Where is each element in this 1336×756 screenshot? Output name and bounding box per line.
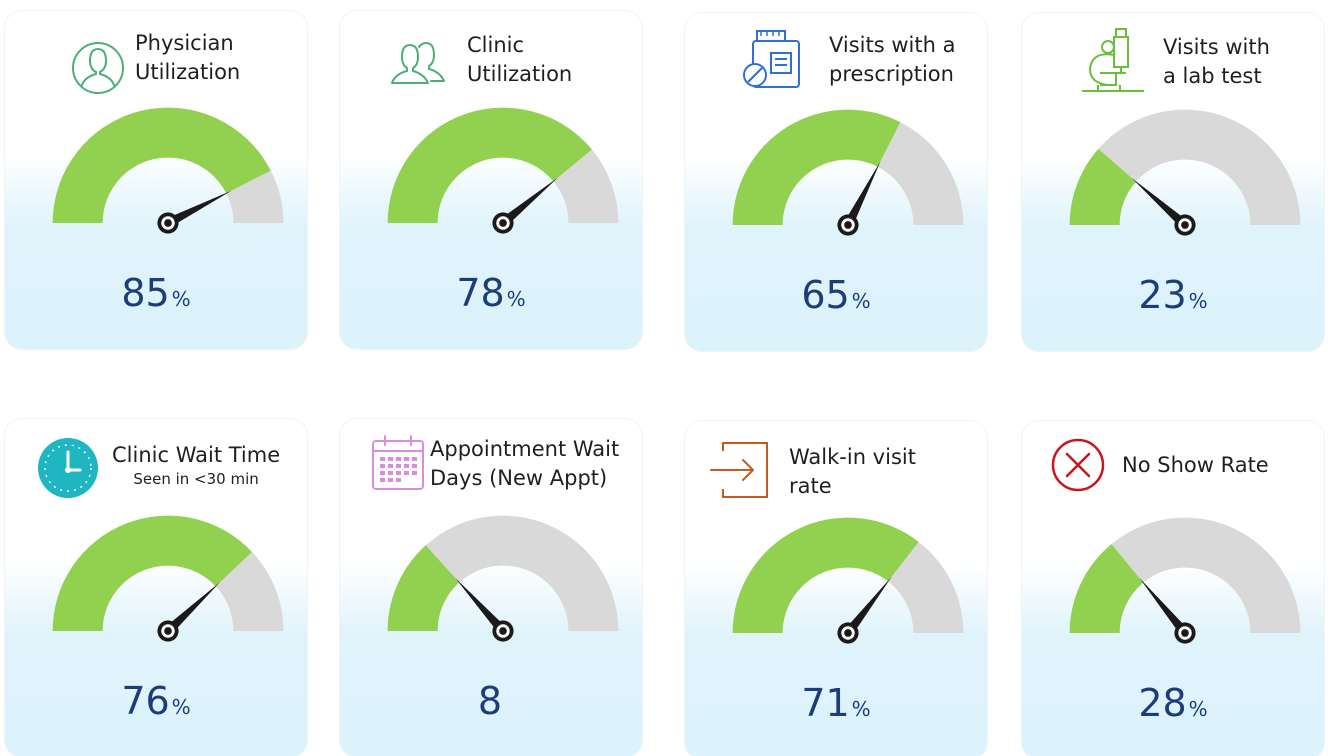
kpi-title-line: rate (789, 474, 832, 498)
kpi-value: 65% (685, 275, 987, 321)
kpi-card-appointment-wait-days: Appointment Wait Days (New Appt) 8 (339, 418, 643, 756)
gauge (1069, 517, 1301, 644)
gauge (387, 107, 619, 234)
kpi-value-number: 28 (1138, 681, 1187, 725)
gauge (732, 517, 964, 644)
kpi-value-number: 23 (1138, 273, 1187, 317)
kpi-value-unit: % (851, 697, 871, 721)
gauge-hub-center (1181, 629, 1189, 637)
kpi-title-line: Appointment Wait (430, 437, 620, 461)
kpi-title-line: Utilization (467, 62, 573, 86)
kpi-value-unit: % (506, 287, 526, 311)
kpi-card-visits-lab-test: Visits with a lab test 23% (1021, 12, 1325, 352)
kpi-card-clinic-utilization: Clinic Utilization 78% (339, 10, 643, 350)
kpi-value-number: 8 (477, 679, 503, 723)
kpi-value-unit: % (171, 695, 191, 719)
kpi-title-line: Physician (135, 31, 234, 55)
kpi-dashboard: Physician Utilization 85% Clinic Utiliza… (0, 0, 1336, 756)
kpi-title-line: Days (New Appt) (430, 466, 608, 490)
gauge-hub-center (499, 219, 507, 227)
kpi-subtitle: Seen in <30 min (133, 470, 259, 488)
gauge-hub-center (1181, 221, 1189, 229)
kpi-value-number: 78 (456, 271, 505, 315)
calendar-icon (372, 435, 424, 490)
kpi-title: Visits with a prescription (829, 31, 955, 89)
kpi-title-line: Clinic (467, 33, 525, 57)
kpi-value-number: 76 (121, 679, 170, 723)
kpi-value-unit: % (851, 289, 871, 313)
gauge-hub-center (164, 627, 172, 635)
kpi-title: Appointment Wait Days (New Appt) (430, 435, 619, 493)
prescription-icon (743, 30, 800, 88)
kpi-value-number: 85 (121, 271, 170, 315)
group-icon (391, 42, 445, 84)
kpi-value: 76% (5, 681, 307, 727)
kpi-title-line: Utilization (135, 60, 241, 84)
kpi-value-number: 71 (801, 681, 850, 725)
kpi-value: 85% (5, 273, 307, 319)
kpi-title: Physician Utilization (135, 29, 240, 87)
kpi-title-line: prescription (829, 62, 954, 86)
gauge-hub-center (499, 627, 507, 635)
kpi-title: Walk-in visit rate (789, 443, 916, 501)
kpi-value: 71% (685, 683, 987, 729)
gauge-remaining-arc (425, 515, 619, 631)
gauge-hub-center (164, 219, 172, 227)
kpi-value-unit: % (1188, 697, 1208, 721)
clock-icon (38, 438, 98, 498)
gauge-hub-center (844, 221, 852, 229)
kpi-value-unit: % (171, 287, 191, 311)
gauge (732, 109, 964, 236)
person-icon (72, 42, 124, 94)
walk-in-icon (710, 442, 768, 498)
kpi-value: 28% (1022, 683, 1324, 729)
kpi-card-visits-prescription: Visits with a prescription 65% (684, 12, 988, 352)
kpi-value-unit: % (1188, 289, 1208, 313)
microscope-icon (1082, 28, 1144, 92)
kpi-title-line: Visits with a (829, 33, 956, 57)
kpi-title-line: Walk-in visit (789, 445, 916, 469)
kpi-title: Clinic Wait Time Seen in <30 min (112, 441, 280, 488)
kpi-card-physician-utilization: Physician Utilization 85% (4, 10, 308, 350)
gauge-filled-arc (387, 107, 592, 223)
gauge-filled-arc (732, 109, 901, 225)
gauge-filled-arc (732, 517, 919, 633)
gauge (52, 515, 284, 642)
no-show-icon (1051, 438, 1105, 492)
kpi-card-no-show-rate: No Show Rate 28% (1021, 420, 1325, 756)
kpi-value: 78% (340, 273, 642, 319)
kpi-title-line: a lab test (1163, 64, 1262, 88)
kpi-title: No Show Rate (1122, 451, 1269, 480)
gauge-remaining-arc (1111, 517, 1301, 633)
kpi-title-line: Visits with (1163, 35, 1270, 59)
kpi-value: 23% (1022, 275, 1324, 321)
kpi-title-line: No Show Rate (1122, 453, 1269, 477)
gauge (1069, 109, 1301, 236)
kpi-value: 8 (340, 681, 642, 727)
gauge (52, 107, 284, 234)
kpi-card-clinic-wait-time: Clinic Wait Time Seen in <30 min 76% (4, 418, 308, 756)
gauge-filled-arc (52, 515, 253, 631)
gauge-remaining-arc (1098, 109, 1301, 225)
gauge-hub-center (844, 629, 852, 637)
kpi-card-walk-in-visit-rate: Walk-in visit rate 71% (684, 420, 988, 756)
kpi-title: Visits with a lab test (1163, 33, 1270, 91)
kpi-title: Clinic Utilization (467, 31, 572, 89)
kpi-value-number: 65 (801, 273, 850, 317)
gauge (387, 515, 619, 642)
kpi-title-line: Clinic Wait Time (112, 443, 281, 467)
